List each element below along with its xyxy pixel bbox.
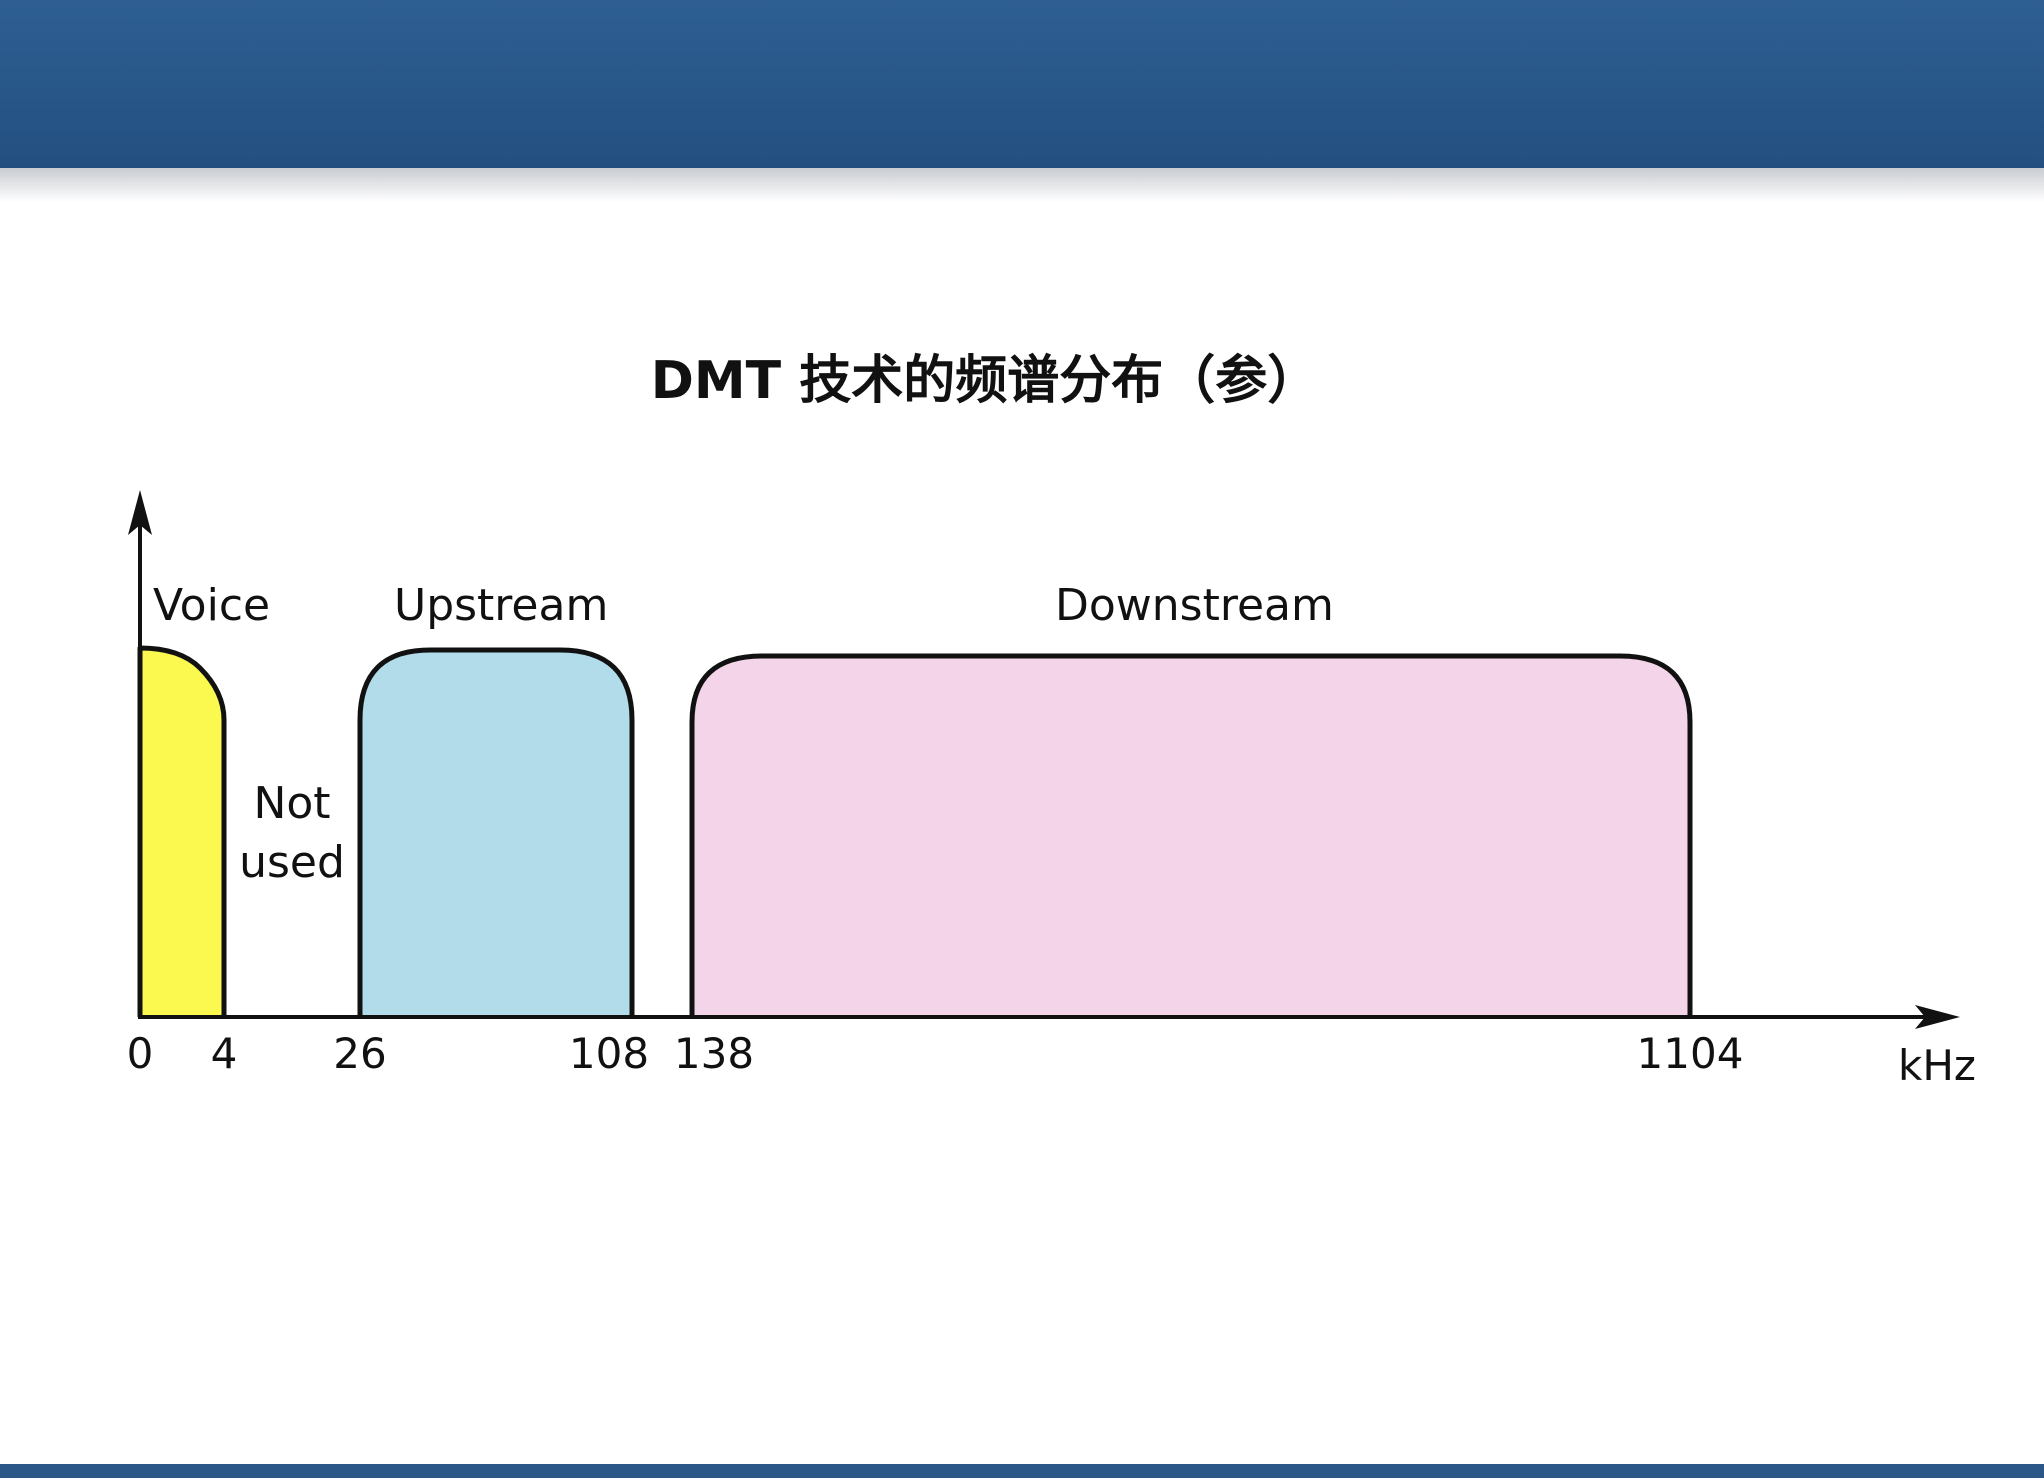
upstream-band xyxy=(357,647,635,1017)
voice-band xyxy=(137,645,227,1017)
tick-label-4: 4 xyxy=(211,1029,238,1078)
tick-label-138: 138 xyxy=(674,1029,754,1078)
axis-unit-label: kHz xyxy=(1898,1041,1976,1090)
tick-label-1104: 1104 xyxy=(1637,1029,1744,1078)
not-used-label-line1: Not xyxy=(253,778,330,829)
spectrum-diagram: Voice Upstream Downstream Not used 0 4 2… xyxy=(127,490,1976,1090)
downstream-label: Downstream xyxy=(1055,580,1334,631)
upstream-label: Upstream xyxy=(394,580,608,631)
not-used-label-line2: used xyxy=(239,837,345,888)
footer-bar xyxy=(0,1464,2044,1478)
tick-label-0: 0 xyxy=(127,1029,154,1078)
tick-label-108: 108 xyxy=(569,1029,649,1078)
voice-label: Voice xyxy=(153,580,270,631)
downstream-band xyxy=(689,653,1693,1017)
tick-label-26: 26 xyxy=(333,1029,386,1078)
